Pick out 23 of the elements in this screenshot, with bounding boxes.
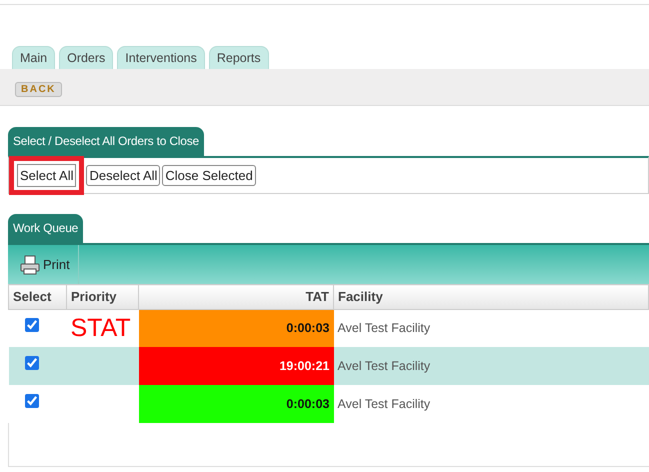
tab[interactable]: Orders (59, 46, 114, 69)
tab[interactable]: Interventions (117, 46, 205, 69)
action-button[interactable]: Deselect All (86, 165, 160, 186)
tat-cell: 0:00:03 (138, 309, 334, 347)
table-cell: Avel Test Facility (334, 309, 648, 347)
column-header: Select (8, 284, 66, 309)
print-label: Print (43, 256, 70, 274)
action-button[interactable]: Select All (9, 156, 84, 195)
row-checkbox[interactable] (24, 318, 38, 332)
row-checkbox[interactable] (24, 394, 38, 408)
row-checkbox[interactable] (24, 356, 38, 370)
column-header: Priority (66, 284, 138, 309)
column-header: TAT (138, 284, 334, 309)
priority-label: STAT (70, 314, 131, 342)
action-button[interactable]: Close Selected (162, 165, 256, 186)
tab[interactable]: Main (12, 46, 56, 69)
table-cell: Avel Test Facility (334, 347, 648, 385)
tat-cell: 19:00:21 (138, 347, 334, 385)
tab[interactable]: Reports (208, 46, 269, 69)
column-header: Facility (334, 284, 648, 309)
tat-cell: 0:00:03 (138, 385, 334, 423)
printer-icon (20, 254, 40, 274)
table-cell: Avel Test Facility (334, 385, 648, 423)
